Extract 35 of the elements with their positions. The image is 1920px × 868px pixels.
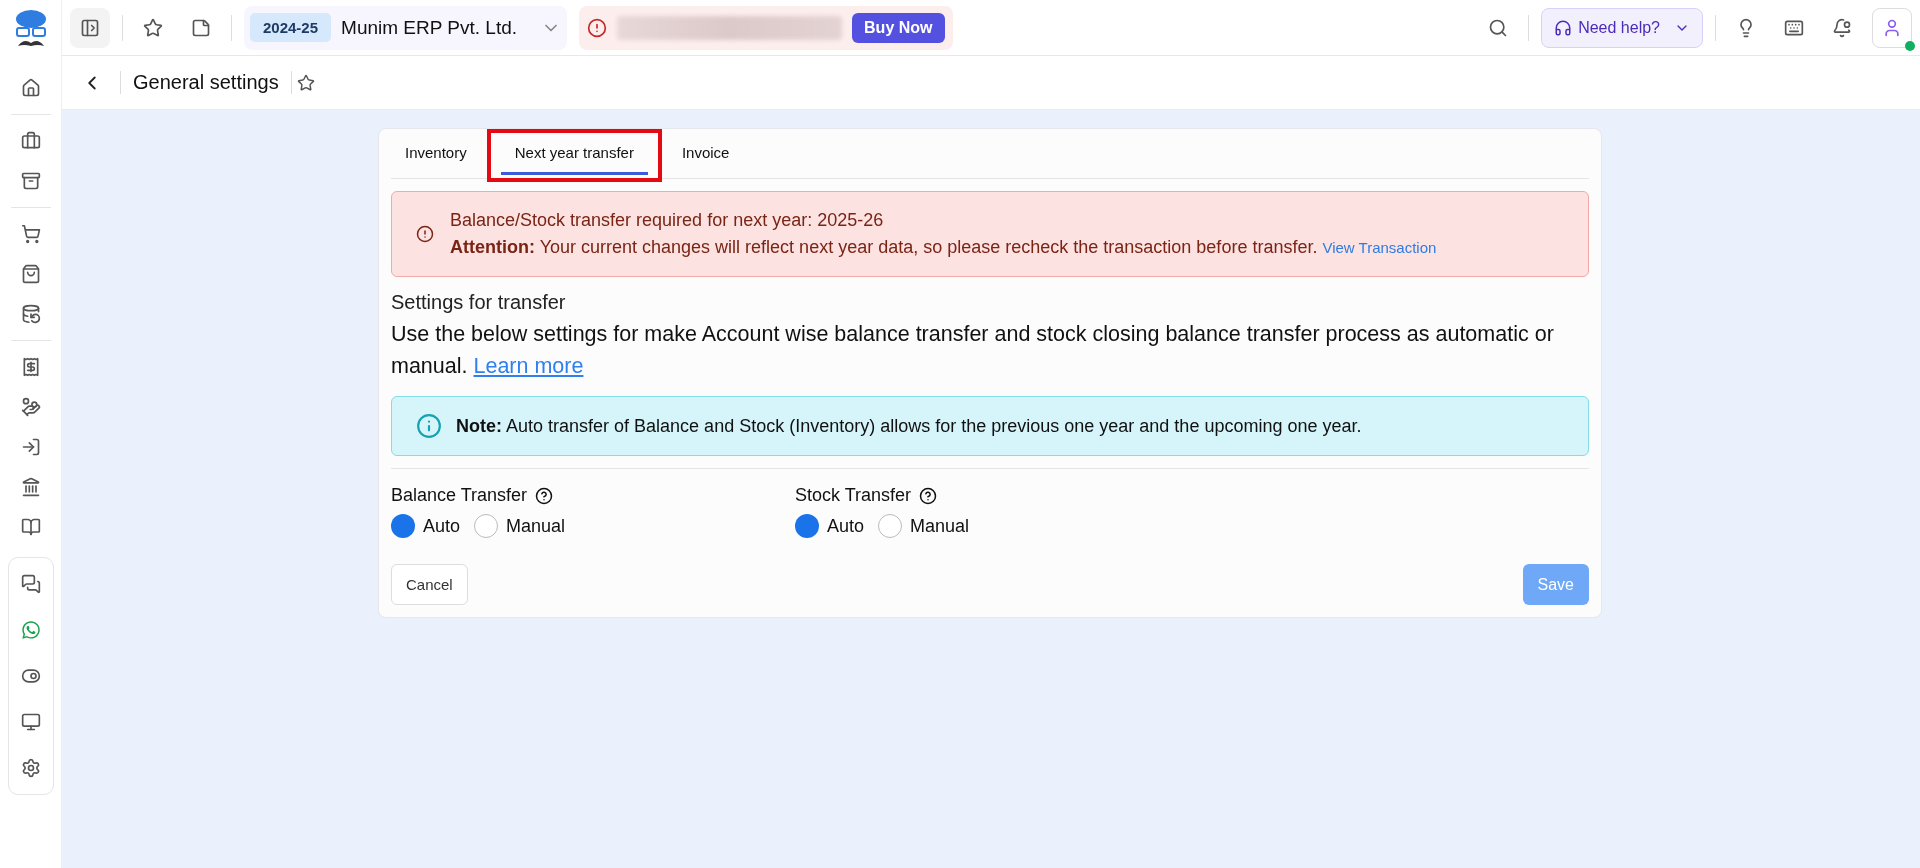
- buy-now-button[interactable]: Buy Now: [852, 12, 945, 43]
- sidebar-toggle-icon[interactable]: [70, 7, 110, 48]
- tab[interactable]: Invoice: [667, 129, 744, 178]
- radio-button[interactable]: [474, 514, 499, 538]
- alert-title: Balance/Stock transfer required for next year: 2025-26: [450, 210, 885, 231]
- radio-button[interactable]: [391, 514, 415, 538]
- note-text: Note: Auto transfer of Balance and Stock (Inventory) allows for the previous one year and the upcoming one year.: [456, 415, 1362, 437]
- tab[interactable]: Next year transfer: [500, 133, 648, 175]
- section-description: Use the below settings for make Account wise balance transfer and stock closing balance transfer process as automatic or manual. Learn more: [391, 321, 1555, 380]
- cancel-button[interactable]: Cancel: [391, 564, 468, 605]
- help-icon[interactable]: [535, 486, 554, 505]
- radio-option[interactable]: Manual: [474, 514, 566, 538]
- tab[interactable]: Inventory: [391, 129, 481, 178]
- radio-option[interactable]: Auto: [391, 514, 461, 538]
- radio-option[interactable]: Manual: [878, 514, 970, 538]
- company-name: Munim ERP Pvt. Ltd.: [341, 16, 518, 39]
- learn-more-link[interactable]: Learn more: [473, 354, 584, 378]
- alert-message: Attention: Your current changes will reflect next year data, so please recheck the transaction before transfer. View Transaction: [450, 237, 1437, 258]
- financial-year-badge: 2024-25: [250, 13, 332, 42]
- help-icon[interactable]: [919, 486, 938, 505]
- info-icon: [416, 225, 434, 243]
- radio-button[interactable]: [795, 514, 819, 538]
- field-label: Balance Transfer: [391, 485, 528, 506]
- alert-icon: [587, 17, 608, 38]
- user-icon: [1882, 17, 1902, 38]
- radio-option[interactable]: Auto: [795, 514, 865, 538]
- info-icon: [416, 413, 442, 439]
- section-heading: Settings for transfer: [391, 291, 567, 314]
- need-help-button[interactable]: Need help?: [1541, 7, 1703, 48]
- field-label: Stock Transfer: [795, 485, 912, 506]
- radio-button[interactable]: [878, 514, 903, 538]
- page-title: General settings: [120, 71, 292, 94]
- headset-icon: [1554, 18, 1573, 37]
- user-avatar[interactable]: [1872, 7, 1912, 48]
- company-selector[interactable]: 2024-25 Munim ERP Pvt. Ltd.: [244, 5, 568, 50]
